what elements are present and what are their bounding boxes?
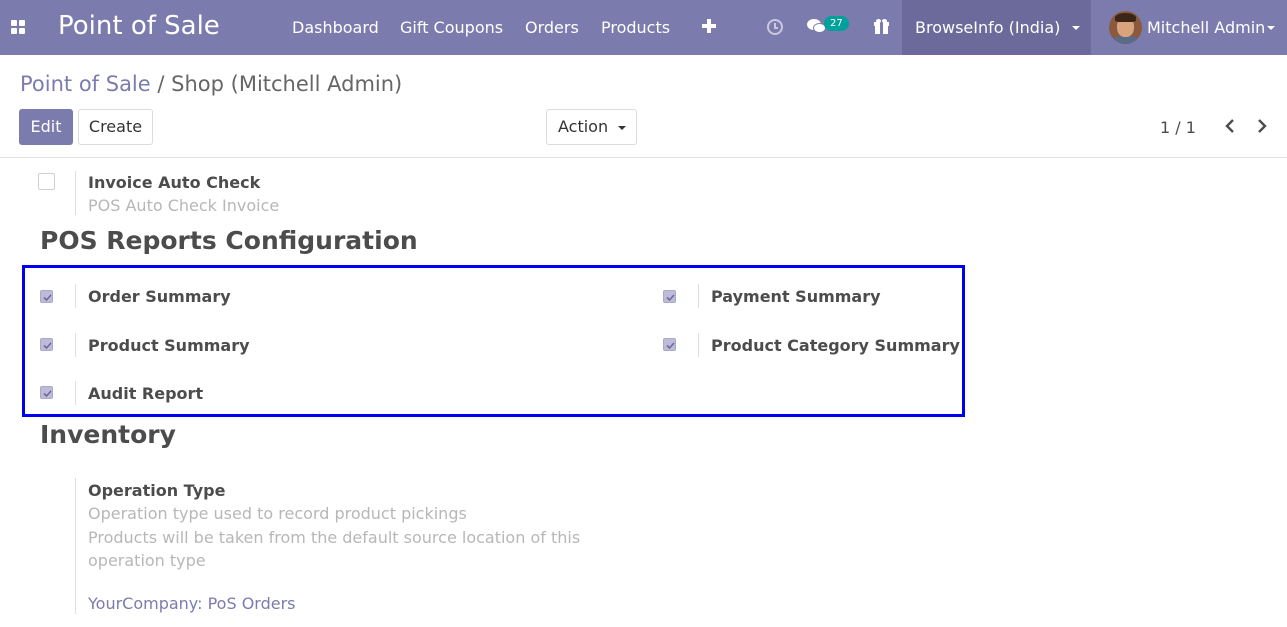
action-label: Action [558,117,609,136]
audit-report-checkbox[interactable] [40,386,53,399]
field-separator [75,381,76,405]
product-summary-checkbox[interactable] [40,338,53,351]
section-title-pos-reports: POS Reports Configuration [40,226,418,255]
app-title[interactable]: Point of Sale [58,11,220,41]
edit-button[interactable]: Edit [19,109,73,145]
audit-report-label: Audit Report [88,384,204,403]
plus-icon[interactable] [702,19,716,33]
apps-menu-icon[interactable] [11,20,26,35]
chevron-down-icon [618,126,626,130]
payment-summary-label: Payment Summary [711,287,881,306]
breadcrumb: Point of Sale / Shop (Mitchell Admin) [20,72,402,96]
messages-count-badge: 27 [824,16,849,31]
order-summary-label: Order Summary [88,287,231,306]
chevron-down-icon [1072,26,1080,30]
operation-type-help-line-1: Operation type used to record product pi… [88,504,467,523]
chevron-right-icon[interactable] [1252,116,1272,136]
payment-summary-checkbox[interactable] [663,290,676,303]
chevron-left-icon[interactable] [1220,116,1240,136]
avatar [1109,11,1142,44]
field-separator [75,333,76,357]
menu-item-orders[interactable]: Orders [525,18,579,37]
invoice-auto-check-checkbox[interactable] [38,173,55,190]
chevron-down-icon [1267,26,1275,30]
control-panel-divider [0,157,1287,158]
menu-item-products[interactable]: Products [601,18,670,37]
field-separator [75,171,76,215]
clock-icon[interactable] [767,19,783,35]
invoice-auto-check-help: POS Auto Check Invoice [88,196,280,215]
breadcrumb-current: Shop (Mitchell Admin) [171,72,403,96]
breadcrumb-separator: / [157,72,165,96]
field-separator [698,284,699,308]
operation-type-help-line-2: Products will be taken from the default … [88,528,581,547]
create-button[interactable]: Create [78,109,153,145]
field-separator [75,478,76,614]
product-category-summary-checkbox[interactable] [663,338,676,351]
pager-value[interactable]: 1 / 1 [1160,118,1196,137]
field-separator [75,284,76,308]
company-switcher[interactable]: BrowseInfo (India) [902,0,1091,55]
menu-item-dashboard[interactable]: Dashboard [292,18,379,37]
top-navbar: Point of Sale Dashboard Gift Coupons Ord… [0,0,1287,55]
order-summary-checkbox[interactable] [40,290,53,303]
company-name: BrowseInfo (India) [915,18,1061,37]
operation-type-label: Operation Type [88,481,226,500]
invoice-auto-check-label: Invoice Auto Check [88,173,261,192]
breadcrumb-link-point-of-sale[interactable]: Point of Sale [20,72,151,96]
product-summary-label: Product Summary [88,336,250,355]
operation-type-value-link[interactable]: YourCompany: PoS Orders [88,594,296,613]
user-name: Mitchell Admin [1147,18,1266,37]
menu-item-gift-coupons[interactable]: Gift Coupons [400,18,503,37]
section-title-inventory: Inventory [40,420,176,449]
gift-icon[interactable] [874,19,889,34]
action-dropdown-button[interactable]: Action [546,109,637,145]
product-category-summary-label: Product Category Summary [711,336,960,355]
field-separator [698,333,699,357]
operation-type-help-line-3: operation type [88,551,206,570]
